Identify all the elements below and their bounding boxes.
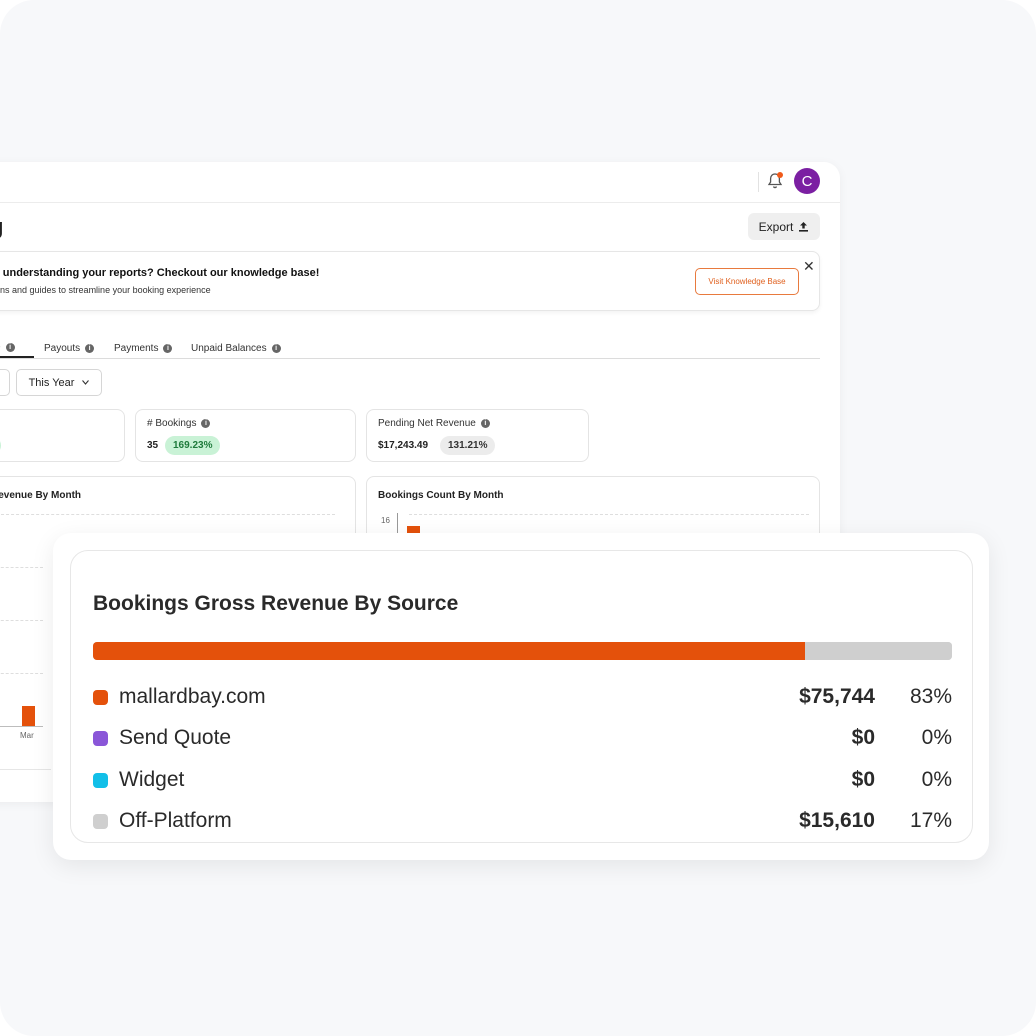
source-percent: 17% [909,809,952,832]
info-icon: i [201,419,211,428]
chart-title: Bookings Count By Month [378,490,504,501]
source-amount: $15,610 [799,809,875,832]
report-tabs: cei Payoutsi Paymentsi Unpaid Balancesi [0,338,820,359]
close-icon[interactable]: ✕ [803,258,815,275]
tab-label: ce [0,342,1,353]
chevron-down-icon [82,380,90,385]
stat-value: $17,243.49 [378,440,429,451]
change-badge: 3% [0,436,2,455]
gridline [0,567,43,568]
source-amount: $75,744 [799,685,875,708]
stat-label: # Bookings i [147,418,211,429]
period-value: This Year [28,376,75,389]
change-badge: 131.21% [440,436,496,455]
top-bar: C [0,162,840,203]
source-percent: 0% [921,768,952,791]
card-title: Bookings Gross Revenue By Source [93,592,459,615]
source-amount: $0 [851,726,875,749]
stat-card-pending-net-revenue: Pending Net Revenue i $17,243.49 131.21% [366,409,589,462]
legend-swatch [93,814,108,829]
export-button[interactable]: Export [748,213,820,240]
info-icon: i [163,343,173,353]
x-tick-label: Mar [20,731,34,740]
info-icon: i [85,343,95,353]
banner-heading: p understanding your reports? Checkout o… [0,267,320,279]
notification-dot [777,172,783,178]
bar [22,706,35,726]
legend-swatch [93,690,108,705]
gridline [0,673,43,674]
gridline [0,514,335,515]
source-name: Widget [119,768,185,791]
source-row-mallardbay: mallardbay.com $75,744 83% [93,682,952,712]
info-icon: i [271,343,281,353]
topbar-divider [758,172,759,192]
share-segment-off-platform [805,642,952,660]
stat-value: 35 [147,440,159,451]
info-icon: i [5,342,15,352]
page-title: g [0,214,3,240]
period-select[interactable]: This Year [16,369,102,396]
tab-unpaid-balances[interactable]: Unpaid Balances i [191,338,281,358]
source-percent: 83% [909,685,952,708]
change-badge: 169.23% [165,436,221,455]
source-row-send-quote: Send Quote $0 0% [93,723,952,753]
tab-label: Payouts [44,342,81,354]
source-row-off-platform: Off-Platform $15,610 17% [93,806,952,836]
stat-card-revenue: 3% [0,409,125,462]
source-name: Off-Platform [119,809,232,832]
card-divider [0,769,51,770]
gridline [0,620,43,621]
notification-bell-icon[interactable] [767,172,783,190]
tab-payouts[interactable]: Payouts i [44,338,95,358]
stacked-share-bar [93,642,952,660]
upload-icon [799,222,809,232]
tab-label: Payments [114,342,159,354]
knowledge-base-banner: p understanding your reports? Checkout o… [0,251,820,311]
legend-swatch [93,773,108,788]
export-label: Export [758,219,794,234]
x-axis [0,726,43,727]
avatar[interactable]: C [794,168,820,194]
screenshot-canvas: C g Export p understanding your reports?… [0,0,1036,1036]
source-amount: $0 [851,768,875,791]
source-name: mallardbay.com [119,685,266,708]
revenue-by-source-card: Bookings Gross Revenue By Source mallard… [70,550,973,843]
visit-knowledge-base-button[interactable]: Visit Knowledge Base [695,268,799,295]
legend-swatch [93,731,108,746]
source-percent: 0% [921,726,952,749]
banner-subtext: ions and guides to streamline your booki… [0,285,211,295]
info-icon: i [480,419,490,428]
stat-label: Pending Net Revenue i [378,418,490,429]
filter-dropdown[interactable] [0,369,10,396]
stat-card-bookings: # Bookings i 35 169.23% [135,409,356,462]
tab-revenue[interactable]: cei [0,338,34,358]
share-segment-mallardbay-com [93,642,806,660]
tab-label: Unpaid Balances [191,342,267,354]
revenue-by-source-popover: Bookings Gross Revenue By Source mallard… [53,533,989,860]
gridline [409,514,809,515]
y-tick-label: 16 [381,516,390,525]
chart-title: Revenue By Month [0,490,82,501]
source-row-widget: Widget $0 0% [93,765,952,795]
source-name: Send Quote [119,726,232,749]
tab-payments[interactable]: Payments i [114,338,173,358]
